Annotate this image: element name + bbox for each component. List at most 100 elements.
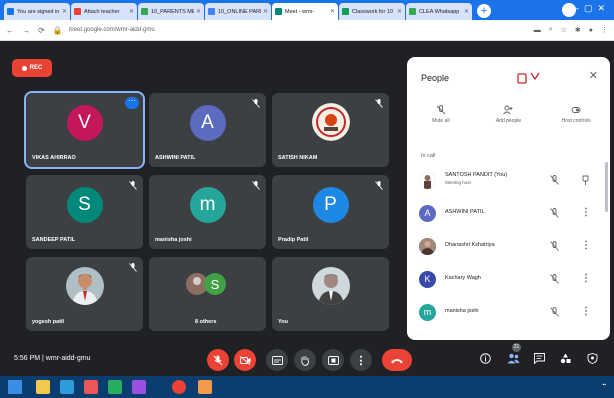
participant-tile[interactable]: S SANDEEP PATIL: [26, 175, 143, 249]
participant-name: ASHWINI PATIL: [155, 155, 196, 161]
app-icon[interactable]: [84, 380, 98, 394]
participant-name: SANDEEP PATIL: [32, 237, 76, 243]
new-tab-button[interactable]: +: [477, 4, 491, 18]
avatar: [311, 267, 350, 305]
url-text[interactable]: meet.google.com/wmr-aidd-gmu: [69, 27, 526, 33]
more-options-button[interactable]: ⋮: [350, 349, 372, 371]
account-icon[interactable]: ●: [589, 27, 593, 34]
people-icon[interactable]: [507, 353, 520, 364]
close-icon[interactable]: ✕: [330, 8, 335, 15]
chat-icon[interactable]: [534, 353, 545, 364]
add-person-icon: [503, 105, 513, 115]
more-options-icon[interactable]: ⋮: [581, 306, 591, 317]
participant-tile[interactable]: You: [272, 257, 389, 331]
close-icon[interactable]: ✕: [196, 8, 201, 15]
participant-name: SATISH NIKAM: [278, 155, 318, 161]
tab-2[interactable]: Attach teacher ✕: [71, 3, 137, 20]
mic-off-icon[interactable]: [550, 208, 559, 218]
panel-scrollbar[interactable]: [605, 162, 608, 212]
captions-button[interactable]: [266, 349, 288, 371]
participant-tile[interactable]: A ASHWINI PATIL: [149, 93, 266, 167]
raise-hand-button[interactable]: [294, 349, 316, 371]
star-icon[interactable]: ☆: [561, 26, 567, 34]
tab-4[interactable]: 10_ONLINE PARE ✕: [205, 3, 271, 20]
camera-toggle-button[interactable]: [234, 349, 256, 371]
list-item[interactable]: SANTOSH PANDIT (You) Meeting host: [407, 164, 610, 197]
close-icon[interactable]: ✕: [397, 8, 402, 15]
avatar: V: [66, 105, 103, 141]
participant-name: SANTOSH PANDIT (You): [445, 172, 508, 178]
mic-off-icon: [252, 181, 260, 190]
participant-tile[interactable]: P Pradip Patil: [272, 175, 389, 249]
tab-3[interactable]: 10_PARENTS MEE✕: [138, 3, 204, 20]
windows-start-icon[interactable]: [8, 380, 22, 394]
list-item[interactable]: Dhanashri Kshatriya ⋮: [407, 230, 610, 263]
present-button[interactable]: [322, 349, 344, 371]
close-icon[interactable]: ✕: [464, 8, 469, 15]
activities-icon[interactable]: [560, 353, 571, 364]
tab-1[interactable]: You are signed in ✕: [4, 3, 70, 20]
more-options-icon[interactable]: ···: [125, 97, 139, 109]
tab-6[interactable]: Classwork for 10 ✕: [339, 3, 405, 20]
list-item[interactable]: A ASHWINI PATIL ⋮: [407, 197, 610, 230]
present-screen-icon: [327, 355, 339, 365]
explorer-icon[interactable]: [36, 380, 50, 394]
participant-tile[interactable]: yogesh patil: [26, 257, 143, 331]
window-controls-icon[interactable]: –▢✕: [574, 3, 610, 14]
participant-tile[interactable]: m manisha joshi: [149, 175, 266, 249]
participant-name: 8 others: [195, 319, 217, 325]
zoom-icon[interactable]: ⌕: [549, 26, 553, 34]
extensions-icon[interactable]: ✱: [575, 26, 581, 34]
participant-name: ASHWINI PATIL: [445, 209, 485, 215]
leave-call-button[interactable]: [382, 349, 412, 371]
camera-icon[interactable]: ▬: [534, 27, 541, 34]
host-controls-button[interactable]: Host controls: [546, 105, 606, 137]
close-icon[interactable]: ✕: [263, 8, 268, 15]
app-icon[interactable]: [132, 380, 146, 394]
pin-icon[interactable]: [582, 175, 589, 185]
add-people-button[interactable]: Add people: [478, 105, 538, 137]
more-options-icon[interactable]: ⋮: [581, 273, 591, 284]
list-item[interactable]: K Kachary Wagh ⋮: [407, 263, 610, 296]
participant-count-badge: 21: [512, 343, 521, 352]
chrome-icon[interactable]: [172, 380, 186, 394]
mic-off-icon: [375, 181, 383, 190]
participant-tile[interactable]: S 8 others: [149, 257, 266, 331]
tab-label: Attach teacher: [84, 8, 120, 15]
host-shield-icon[interactable]: [587, 353, 598, 364]
mic-off-icon[interactable]: [550, 274, 559, 284]
participant-role: Meeting host: [445, 180, 471, 185]
app-icon[interactable]: [108, 380, 122, 394]
mute-all-button[interactable]: Mute all: [411, 105, 471, 137]
mic-off-icon: [375, 99, 383, 108]
record-icon: [21, 65, 27, 71]
list-item[interactable]: m manisha joshi ⋮: [407, 296, 610, 329]
menu-icon[interactable]: ⋮: [601, 26, 608, 34]
back-icon[interactable]: ←: [6, 26, 14, 35]
more-options-icon[interactable]: ⋮: [581, 207, 591, 218]
more-options-icon[interactable]: ⋮: [581, 240, 591, 251]
mic-off-icon[interactable]: [550, 175, 559, 185]
person-photo-icon: [311, 267, 350, 305]
tab-label: 10_PARENTS MEE: [151, 8, 194, 15]
media-icon[interactable]: [60, 380, 74, 394]
participant-name: yogesh patil: [32, 319, 65, 325]
tab-7[interactable]: CLEA Whatsapp ✕: [406, 3, 472, 20]
screen: You are signed in ✕ Attach teacher ✕ 10_PA…: [0, 0, 614, 398]
participant-tile[interactable]: V ··· VIKAS AHIRRAO: [24, 91, 145, 169]
share-screen-icon[interactable]: [517, 71, 541, 85]
mic-off-icon[interactable]: [550, 307, 559, 317]
close-icon[interactable]: ✕: [589, 69, 598, 82]
app-icon[interactable]: [198, 380, 212, 394]
mic-toggle-button[interactable]: [207, 349, 229, 371]
participant-tile[interactable]: SATISH NIKAM: [272, 93, 389, 167]
reload-icon[interactable]: ⟳: [38, 26, 45, 35]
favicon-icon: [74, 8, 81, 15]
info-icon[interactable]: [480, 353, 491, 364]
close-icon[interactable]: ✕: [62, 8, 67, 15]
tab-5[interactable]: Meet - wmr- ✕: [272, 3, 338, 20]
close-icon[interactable]: ✕: [129, 8, 134, 15]
mic-off-icon[interactable]: [550, 241, 559, 251]
forward-icon[interactable]: →: [22, 26, 30, 35]
tab-label: Classwork for 10: [352, 8, 393, 15]
